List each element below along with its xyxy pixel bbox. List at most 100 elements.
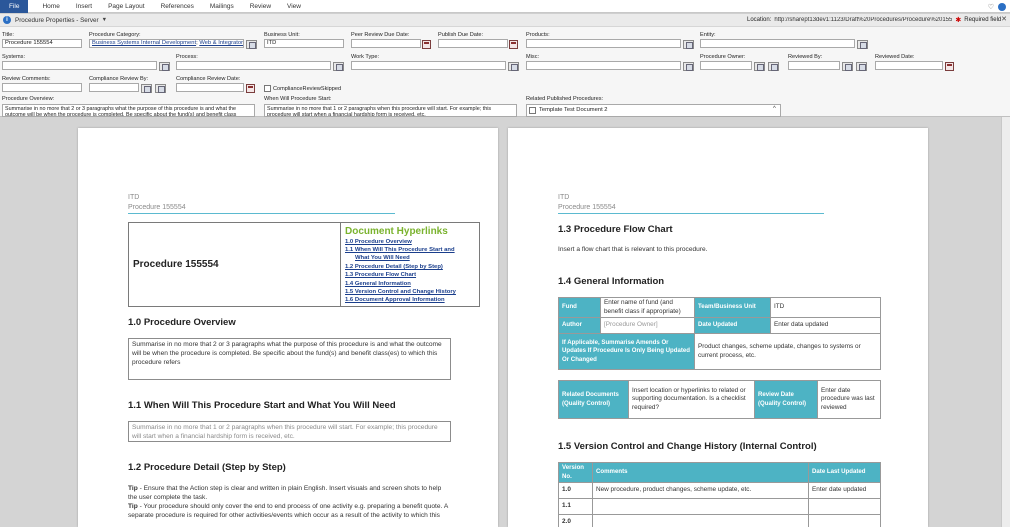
info-icon: i: [3, 16, 11, 24]
when-start-content-box[interactable]: Summarise in no more that 1 or 2 paragra…: [128, 421, 451, 442]
owner-check-names-icon[interactable]: [754, 62, 765, 71]
misc-browse-icon[interactable]: [683, 62, 694, 71]
hyperlink-when-start-cont[interactable]: What You Will Need: [355, 255, 410, 261]
comments-cell[interactable]: New procedure, product changes, scheme u…: [592, 482, 809, 499]
hyperlink-approval[interactable]: 1.6 Document Approval Information: [345, 297, 445, 303]
date-cell[interactable]: [808, 514, 881, 527]
when-start-textarea[interactable]: Summarise in no more that 1 or 2 paragra…: [264, 104, 517, 117]
reviewed-date-input[interactable]: [875, 61, 943, 70]
owner-input[interactable]: [700, 61, 752, 70]
compliance-check-names-icon[interactable]: [141, 84, 152, 93]
help-icon[interactable]: [998, 2, 1006, 11]
compliance-address-book-icon[interactable]: [155, 84, 166, 93]
comments-cell[interactable]: [592, 514, 809, 527]
publish-due-calendar-icon[interactable]: [509, 40, 518, 49]
date-cell[interactable]: [808, 498, 881, 515]
tip-paragraph-2: Tip - Your procedure should only cover t…: [128, 503, 448, 520]
category-input[interactable]: Business Systems Internal Development; W…: [89, 39, 244, 48]
misc-field: Misc:: [526, 54, 681, 70]
date-updated-value[interactable]: Enter data updated: [770, 317, 881, 334]
chevron-down-icon[interactable]: ▼: [102, 17, 107, 23]
compliance-by-field: Compliance Review By:: [89, 76, 148, 92]
peer-review-input[interactable]: [351, 39, 421, 48]
category-value-2[interactable]: Web & Integrator: [199, 40, 243, 46]
owner-address-book-icon[interactable]: [768, 62, 779, 71]
publish-due-input[interactable]: [438, 39, 508, 48]
reviewed-by-label: Reviewed By:: [788, 54, 823, 60]
hyperlink-general-info[interactable]: 1.4 General Information: [345, 281, 411, 287]
business-unit-label: Business Unit:: [264, 32, 300, 38]
team-value[interactable]: ITD: [770, 297, 881, 318]
vertical-scrollbar[interactable]: [1001, 117, 1010, 527]
ribbon-collapse-icon[interactable]: ♡: [988, 3, 994, 11]
misc-input[interactable]: [526, 61, 681, 70]
checkbox-box[interactable]: [264, 85, 271, 92]
work-type-input[interactable]: [351, 61, 506, 70]
compliance-date-calendar-icon[interactable]: [246, 84, 255, 93]
peer-review-calendar-icon[interactable]: [422, 40, 431, 49]
process-input[interactable]: [176, 61, 331, 70]
general-info-table: Fund Enter name of fund (and benefit cla…: [558, 297, 881, 370]
overview-textarea[interactable]: Summarise in no more that 2 or 3 paragra…: [2, 104, 255, 117]
entity-input[interactable]: [700, 39, 855, 48]
systems-browse-icon[interactable]: [159, 62, 170, 71]
related-docs-table: Related Documents (Quality Control) Inse…: [558, 380, 881, 419]
tab-references[interactable]: References: [153, 0, 202, 13]
business-unit-input[interactable]: ITD: [264, 39, 344, 48]
flow-chart-text[interactable]: Insert a flow chart that is relevant to …: [558, 246, 708, 255]
properties-header: i Procedure Properties - Server ▼ Locati…: [0, 14, 1010, 27]
version-cell[interactable]: 1.1: [558, 498, 593, 515]
version-cell[interactable]: 1.0: [558, 482, 593, 499]
systems-input[interactable]: [2, 61, 157, 70]
reviewed-by-check-names-icon[interactable]: [842, 62, 853, 71]
hyperlink-when-start[interactable]: 1.1 When Will This Procedure Start and: [345, 247, 455, 253]
reviewed-date-field: Reviewed Date:: [875, 54, 943, 70]
reviewed-by-address-book-icon[interactable]: [856, 62, 867, 71]
amends-value[interactable]: Product changes, scheme update, changes …: [694, 333, 881, 370]
related-procedures-list[interactable]: Template Test Document 2: [526, 104, 781, 117]
compliance-date-input[interactable]: [176, 83, 244, 92]
date-cell[interactable]: Enter date updated: [808, 482, 881, 499]
review-comments-input[interactable]: [2, 83, 82, 92]
compliance-skipped-checkbox[interactable]: ComplianceReviewSkipped: [264, 85, 341, 92]
title-input[interactable]: Procedure 155554: [2, 39, 82, 48]
hyperlink-detail[interactable]: 1.2 Procedure Detail (Step by Step): [345, 264, 443, 270]
hyperlink-version-control[interactable]: 1.5 Version Control and Change History: [345, 289, 456, 295]
category-value-1[interactable]: Business Systems Internal Development: [92, 40, 196, 46]
work-type-label: Work Type:: [351, 54, 380, 60]
tab-view[interactable]: View: [279, 0, 309, 13]
procedure-title: Procedure 155554: [133, 259, 219, 270]
tab-page-layout[interactable]: Page Layout: [100, 0, 153, 13]
comments-cell[interactable]: [592, 498, 809, 515]
reviewed-by-input[interactable]: [788, 61, 840, 70]
tab-mailings[interactable]: Mailings: [202, 0, 242, 13]
list-scroll-up-icon[interactable]: ^: [773, 106, 776, 112]
review-date-value[interactable]: Enter date procedure was last reviewed: [817, 380, 881, 419]
author-value[interactable]: [Procedure Owner]: [600, 317, 695, 334]
related-item-checkbox[interactable]: [529, 107, 536, 114]
work-type-browse-icon[interactable]: [508, 62, 519, 71]
hyperlink-overview[interactable]: 1.0 Procedure Overview: [345, 239, 412, 245]
entity-field: Entity:: [700, 32, 855, 48]
version-cell[interactable]: 2.0: [558, 514, 593, 527]
tab-review[interactable]: Review: [242, 0, 279, 13]
products-label: Products:: [526, 32, 550, 38]
products-browse-icon[interactable]: [683, 40, 694, 49]
hyperlink-flow-chart[interactable]: 1.3 Procedure Flow Chart: [345, 272, 416, 278]
products-input[interactable]: [526, 39, 681, 48]
fund-value[interactable]: Enter name of fund (and benefit class if…: [600, 297, 695, 318]
tab-home[interactable]: Home: [34, 0, 67, 13]
close-icon[interactable]: ✕: [1001, 15, 1007, 23]
ribbon-tabs: File Home Insert Page Layout References …: [0, 0, 1010, 13]
reviewed-date-calendar-icon[interactable]: [945, 62, 954, 71]
compliance-date-field: Compliance Review Date:: [176, 76, 244, 92]
related-docs-value[interactable]: Insert location or hyperlinks to related…: [628, 380, 755, 419]
properties-title[interactable]: Procedure Properties - Server: [15, 17, 99, 24]
tab-insert[interactable]: Insert: [68, 0, 100, 13]
category-browse-icon[interactable]: [246, 40, 257, 49]
overview-content-box[interactable]: Summarise in no more that 2 or 3 paragra…: [128, 338, 451, 380]
entity-browse-icon[interactable]: [857, 40, 868, 49]
process-browse-icon[interactable]: [333, 62, 344, 71]
compliance-by-input[interactable]: [89, 83, 139, 92]
tab-file[interactable]: File: [0, 0, 29, 13]
